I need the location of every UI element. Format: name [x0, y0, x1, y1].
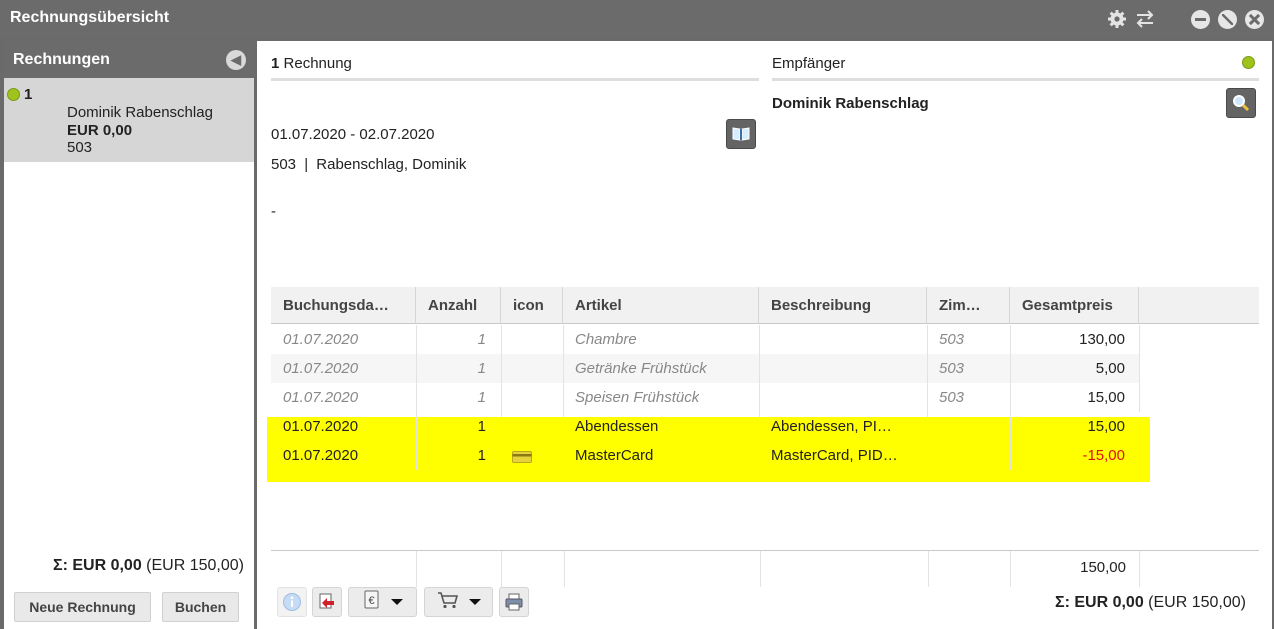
footer-total-sigma: Σ: EUR 0,00 [1054, 594, 1144, 611]
invoice-count-label: Rechnung [283, 55, 352, 72]
credit-card-icon [512, 441, 532, 470]
invoice-count: 1 [271, 55, 280, 72]
cell-date: 01.07.2020 [283, 389, 359, 406]
cell-article: Chambre [575, 331, 637, 348]
cell-total: 5,00 [1095, 360, 1125, 377]
footer-total-gross: (EUR 150,00) [1148, 594, 1246, 611]
invoice-sidebar: Rechnungen ◀ 1 Dominik Rabenschlag EUR 0… [4, 41, 254, 629]
sidebar-total-sigma: Σ: EUR 0,00 [52, 557, 142, 574]
restore-icon[interactable] [1217, 9, 1237, 29]
invoice-number: 1 [24, 86, 33, 103]
table-row[interactable]: 01.07.2020 1 Abendessen Abendessen, PI… … [271, 412, 1139, 441]
new-invoice-button[interactable]: Neue Rechnung [14, 592, 151, 622]
cell-description: Abendessen, PI… [771, 418, 892, 435]
invoice-list-item[interactable]: 1 Dominik Rabenschlag EUR 0,00 503 [4, 78, 254, 162]
column-header-quantity[interactable]: Anzahl [416, 287, 501, 323]
table-footer-divider [271, 550, 1259, 551]
cell-total: 15,00 [1087, 389, 1125, 406]
invoice-guest-name: Dominik Rabenschlag [67, 104, 213, 121]
search-icon[interactable] [1226, 88, 1256, 118]
invoice-detail: 1 Rechnung Empfänger Dominik Rabenschlag… [257, 41, 1272, 629]
status-dot-icon [7, 88, 20, 101]
cell-room: 503 [939, 331, 965, 348]
cell-article: Getränke Frühstück [575, 360, 707, 377]
sidebar-total: Σ: EUR 0,00 (EUR 150,00) [53, 557, 244, 575]
sidebar-header: Rechnungen ◀ [4, 41, 254, 78]
collapse-icon[interactable]: ◀ [226, 50, 246, 70]
split-invoice-icon[interactable] [312, 587, 342, 617]
minimize-icon[interactable] [1190, 9, 1210, 29]
sidebar-title: Rechnungen [13, 51, 110, 68]
info-icon[interactable] [277, 587, 307, 617]
cart-icon [437, 591, 459, 613]
recipient-label: Empfänger [772, 55, 846, 72]
cell-total: 15,00 [1087, 418, 1125, 435]
divider [271, 78, 759, 81]
table-row[interactable]: 01.07.2020 1 MasterCard MasterCard, PID…… [271, 441, 1139, 470]
cell-room: 503 [939, 389, 965, 406]
column-header-room[interactable]: Zim… [927, 287, 1010, 323]
table-row[interactable]: 01.07.2020 1 Getränke Frühstück 503 5,00 [271, 354, 1140, 383]
cell-article: MasterCard [575, 447, 654, 464]
invoice-room-guest: 503 | Rabenschlag, Dominik [271, 156, 466, 173]
swap-icon[interactable] [1135, 9, 1155, 29]
table-row[interactable]: 01.07.2020 1 Speisen Frühstück 503 15,00 [271, 383, 1140, 412]
divider [772, 78, 1259, 81]
invoice-amount: EUR 0,00 [67, 122, 133, 139]
separator: | [304, 156, 309, 173]
column-header-total[interactable]: Gesamtpreis [1010, 287, 1139, 323]
recipient-status-icon [1242, 56, 1255, 69]
chevron-down-icon [390, 599, 403, 605]
window-title: Rechnungsübersicht [10, 9, 170, 26]
column-header-date[interactable]: Buchungsda… [271, 287, 416, 323]
cart-menu-button[interactable] [424, 587, 493, 617]
payment-menu-button[interactable]: € [348, 587, 417, 617]
cell-quantity: 1 [477, 389, 486, 406]
recipient-name: Dominik Rabenschlag [772, 95, 929, 112]
column-header-description[interactable]: Beschreibung [759, 287, 927, 323]
cell-date: 01.07.2020 [283, 360, 359, 377]
invoice-note: - [271, 203, 276, 220]
column-header-article[interactable]: Artikel [563, 287, 759, 323]
footer-total: Σ: EUR 0,00 (EUR 150,00) [1055, 594, 1246, 612]
table-sum: 150,00 [1080, 559, 1126, 576]
cell-total: -15,00 [1082, 447, 1125, 464]
cell-article: Speisen Frühstück [575, 389, 700, 406]
table-row[interactable]: 01.07.2020 1 Chambre 503 130,00 [271, 325, 1140, 354]
close-icon[interactable] [1244, 9, 1264, 29]
cell-date: 01.07.2020 [283, 331, 359, 348]
cell-date: 01.07.2020 [283, 447, 359, 464]
window-titlebar: Rechnungsübersicht [0, 0, 1274, 38]
chevron-down-icon [468, 599, 481, 605]
cell-date: 01.07.2020 [283, 418, 359, 435]
invoice-period: 01.07.2020 - 02.07.2020 [271, 126, 435, 143]
column-header-icon[interactable]: icon [501, 287, 563, 323]
print-icon[interactable] [499, 587, 529, 617]
cell-quantity: 1 [477, 331, 486, 348]
gear-icon[interactable] [1107, 9, 1127, 29]
book-icon[interactable] [726, 119, 756, 149]
table-header: Buchungsda… Anzahl icon Artikel Beschrei… [271, 287, 1259, 324]
invoice-room: 503 [67, 139, 93, 156]
cell-room: 503 [939, 360, 965, 377]
invoice-count-header: 1 Rechnung [271, 55, 352, 72]
cell-article: Abendessen [575, 418, 659, 435]
sidebar-total-gross: (EUR 150,00) [146, 557, 244, 574]
cell-total: 130,00 [1079, 331, 1125, 348]
cell-quantity: 1 [477, 447, 486, 464]
payment-icon: € [363, 590, 381, 614]
svg-text:€: € [368, 595, 374, 607]
cell-quantity: 1 [477, 418, 486, 435]
cell-description: MasterCard, PID… [771, 447, 898, 464]
room-number: 503 [271, 156, 297, 173]
book-button[interactable]: Buchen [162, 592, 239, 622]
cell-quantity: 1 [477, 360, 486, 377]
guest-name: Rabenschlag, Dominik [316, 156, 467, 173]
